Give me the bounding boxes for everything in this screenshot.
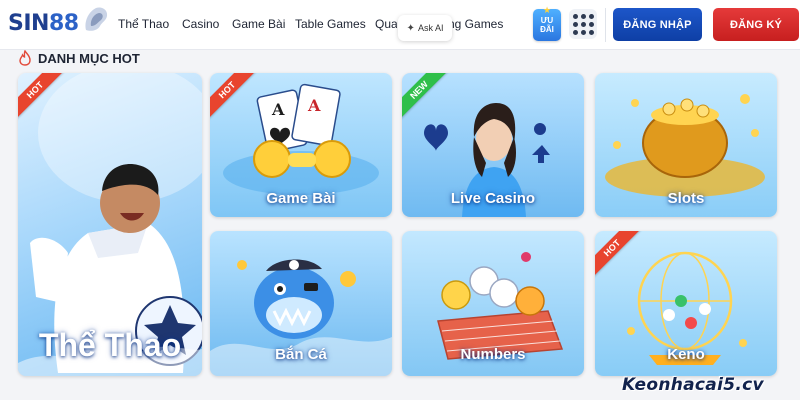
top-header: SIN88 Thể Thao Casino Game Bài Table Gam… [0,0,800,50]
site-watermark: Keonhacai5.cv [622,375,764,395]
category-card-numbers[interactable]: Numbers [402,231,584,376]
card-label-keno: Keno [667,346,705,363]
ask-ai-label: Ask AI [417,23,444,33]
section-title: DANH MỤC HOT [38,50,140,66]
nav-item-table-games[interactable]: Table Games [295,17,366,31]
card-label-fishing: Bắn Cá [275,346,327,363]
promotions-button[interactable]: ★ ƯU ĐÃI [533,5,561,41]
category-card-card-games[interactable]: A A HOT Game Bài [210,73,392,217]
section-heading: DANH MỤC HOT [18,49,140,67]
grid-icon[interactable] [569,9,597,39]
ask-ai-button[interactable]: ✦ Ask AI [398,15,452,41]
svg-text:A: A [271,100,285,119]
category-card-fishing[interactable]: Bắn Cá [210,231,392,376]
card-label-slots: Slots [667,190,705,207]
promo-line2: ĐÃI [540,25,554,34]
svg-text:A: A [307,96,321,115]
register-button[interactable]: ĐĂNG KÝ [713,8,799,41]
login-button[interactable]: ĐĂNG NHẬP [613,8,702,41]
sparkle-icon: ✦ [406,22,415,34]
promo-line1: ƯU [540,16,554,25]
card-label-numbers: Numbers [460,346,526,363]
header-divider [605,8,606,42]
nav-item-games[interactable]: ng Games [448,17,503,31]
nav-item-sports[interactable]: Thể Thao [118,17,169,31]
gift-icon: ★ [543,5,552,15]
card-label-live-casino: Live Casino [450,190,536,207]
category-card-slots[interactable]: Slots [595,73,777,217]
nav-item-spin[interactable]: Quay [375,17,397,31]
card-label-sports: Thể Thao [38,327,182,363]
nav-item-card-games[interactable]: Game Bài [232,17,285,31]
flame-icon [19,50,31,66]
category-card-live-casino[interactable]: NEW Live Casino [402,73,584,217]
nav-item-casino[interactable]: Casino [182,17,219,31]
category-card-sports[interactable]: HOT Thể Thao [18,73,202,376]
category-card-keno[interactable]: HOT Keno [595,231,777,376]
card-label-card-games: Game Bài [266,190,336,207]
